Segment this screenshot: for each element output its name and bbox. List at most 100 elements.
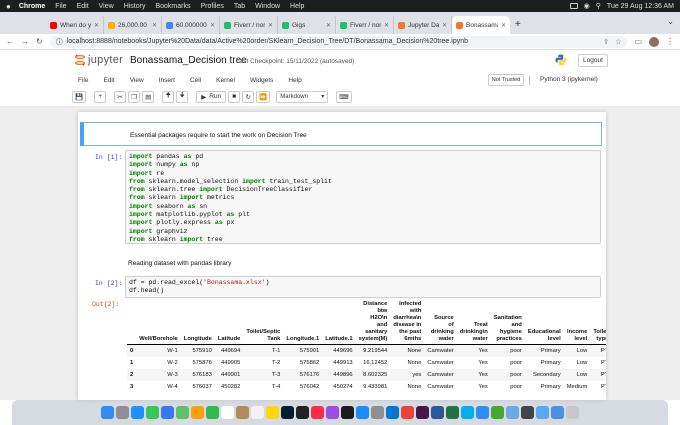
- zoom-icon[interactable]: [476, 406, 489, 419]
- command-palette-button[interactable]: ⌨: [336, 90, 352, 103]
- browser-tab[interactable]: When do you s✕: [46, 16, 104, 34]
- photos-icon[interactable]: [191, 406, 204, 419]
- cut-button[interactable]: ✂: [114, 90, 127, 103]
- launchpad-icon[interactable]: [116, 406, 129, 419]
- move-up-button[interactable]: 🠉: [162, 90, 175, 103]
- battery-icon[interactable]: [569, 3, 578, 9]
- interrupt-button[interactable]: ■: [228, 90, 241, 103]
- more-menu-icon[interactable]: ⋮: [666, 37, 674, 46]
- tab-close-icon[interactable]: ✕: [442, 22, 447, 29]
- menubar-item-profiles[interactable]: Profiles: [200, 3, 223, 10]
- tab-close-icon[interactable]: ✕: [501, 22, 506, 29]
- menubar-item-help[interactable]: Help: [290, 3, 304, 10]
- tab-close-icon[interactable]: ✕: [384, 22, 389, 29]
- notes-icon[interactable]: [266, 406, 279, 419]
- menubar-item-edit[interactable]: Edit: [77, 3, 89, 10]
- reload-icon[interactable]: ↻: [36, 37, 43, 46]
- system-preferences-icon[interactable]: [371, 406, 384, 419]
- menu-item-view[interactable]: View: [130, 77, 144, 84]
- folder-icon[interactable]: [536, 406, 549, 419]
- menu-item-widgets[interactable]: Widgets: [250, 77, 273, 84]
- skype-icon[interactable]: [461, 406, 474, 419]
- jupyter-logo[interactable]: jupyter: [75, 54, 123, 66]
- paste-button[interactable]: ▤: [142, 90, 155, 103]
- excel-icon[interactable]: [446, 406, 459, 419]
- menubar-item-history[interactable]: History: [124, 3, 146, 10]
- podcasts-icon[interactable]: [326, 406, 339, 419]
- search-icon[interactable]: ⚲: [596, 2, 601, 10]
- menu-item-kernel[interactable]: Kernel: [216, 77, 235, 84]
- reminders-icon[interactable]: [251, 406, 264, 419]
- run-button[interactable]: ▶ Run: [196, 90, 227, 103]
- preview-icon[interactable]: [506, 406, 519, 419]
- url-text[interactable]: localhost:8888/notebooks/Jupyter%20Data/…: [67, 38, 468, 45]
- browser-tab[interactable]: Jupyter Dataf✕: [394, 16, 452, 34]
- browser-tab[interactable]: Fiverr / nomani✕: [336, 16, 394, 34]
- menu-item-help[interactable]: Help: [288, 77, 301, 84]
- info-icon[interactable]: ⓘ: [56, 37, 63, 47]
- tab-close-icon[interactable]: ✕: [94, 22, 99, 29]
- markdown-cell-selected[interactable]: Essential packages require to start the …: [80, 122, 602, 146]
- save-button[interactable]: 💾: [72, 90, 87, 103]
- menubar-item-window[interactable]: Window: [255, 3, 280, 10]
- terminal-icon[interactable]: [296, 406, 309, 419]
- url-field[interactable]: ⓘ localhost:8888/notebooks/Jupyter%20Dat…: [49, 35, 628, 48]
- restart-run-all-button[interactable]: ⏩: [256, 90, 271, 103]
- browser-tab[interactable]: 60.000000000✕: [162, 16, 220, 34]
- word-icon[interactable]: [431, 406, 444, 419]
- bookmark-star-icon[interactable]: ☆: [615, 38, 621, 46]
- browser-tab[interactable]: 26,000.00 | $✕: [104, 16, 162, 34]
- slack-icon[interactable]: [416, 406, 429, 419]
- wifi-icon[interactable]: ◉: [584, 2, 590, 10]
- clock[interactable]: Tue 29 Aug 12:36 AM: [607, 3, 674, 10]
- trust-indicator[interactable]: Not Trusted: [488, 74, 524, 86]
- back-icon[interactable]: ←: [6, 37, 14, 46]
- contacts-icon[interactable]: [236, 406, 249, 419]
- downloads-icon[interactable]: [551, 406, 564, 419]
- calendar-icon[interactable]: [221, 406, 234, 419]
- kernel-indicator[interactable]: Python 3 (ipykernel): [540, 76, 598, 83]
- code-cell-imports[interactable]: import pandas as pd import numpy as np imp…: [125, 150, 601, 244]
- menu-item-cell[interactable]: Cell: [190, 77, 201, 84]
- tab-search-icon[interactable]: ⌄: [667, 17, 674, 26]
- forward-icon[interactable]: →: [21, 37, 29, 46]
- sidebar-icon[interactable]: ▭: [634, 37, 642, 46]
- mail-icon[interactable]: [161, 406, 174, 419]
- move-down-button[interactable]: 🠋: [176, 90, 189, 103]
- tab-close-icon[interactable]: ✕: [152, 22, 157, 29]
- quicktime-icon[interactable]: [521, 406, 534, 419]
- browser-tab[interactable]: Fiverr / nomani✕: [220, 16, 278, 34]
- tab-close-icon[interactable]: ✕: [326, 22, 331, 29]
- anaconda-icon[interactable]: [491, 406, 504, 419]
- facetime-icon[interactable]: [206, 406, 219, 419]
- apple-icon[interactable]: ●: [6, 2, 11, 11]
- cell-type-select[interactable]: Markdown ▾: [276, 90, 329, 103]
- browser-tab[interactable]: Bonassama_De✕: [452, 16, 510, 34]
- photoshop-icon[interactable]: [281, 406, 294, 419]
- restart-button[interactable]: ↻: [242, 90, 255, 103]
- safari-icon[interactable]: [131, 406, 144, 419]
- menu-item-edit[interactable]: Edit: [103, 77, 114, 84]
- app-store-icon[interactable]: [356, 406, 369, 419]
- messages-icon[interactable]: [146, 406, 159, 419]
- menubar-item-view[interactable]: View: [99, 3, 114, 10]
- maps-icon[interactable]: [176, 406, 189, 419]
- notebook-page[interactable]: Essential packages require to start the …: [78, 112, 606, 400]
- menu-item-insert[interactable]: Insert: [159, 77, 175, 84]
- copy-button[interactable]: ❐: [128, 90, 141, 103]
- tab-close-icon[interactable]: ✕: [210, 22, 215, 29]
- menu-item-file[interactable]: File: [78, 77, 88, 84]
- markdown-text-reading[interactable]: Reading dataset with pandas library: [128, 260, 231, 267]
- profile-avatar[interactable]: [649, 36, 659, 47]
- browser-tab[interactable]: Gigs ✕: [278, 16, 336, 34]
- logout-button[interactable]: Logout: [578, 54, 608, 67]
- chrome-icon[interactable]: [401, 406, 414, 419]
- tab-close-icon[interactable]: ✕: [268, 22, 273, 29]
- menubar-item-tab[interactable]: Tab: [234, 3, 245, 10]
- insert-cell-button[interactable]: +: [94, 90, 107, 103]
- code-cell-read-excel[interactable]: df = pd.read_excel('Bonassama.xlsx') df.h…: [125, 276, 601, 298]
- menubar-item-file[interactable]: File: [55, 3, 66, 10]
- share-icon[interactable]: ⇧: [603, 38, 609, 46]
- menubar-item-chrome[interactable]: Chrome: [19, 3, 45, 10]
- tv-icon[interactable]: [341, 406, 354, 419]
